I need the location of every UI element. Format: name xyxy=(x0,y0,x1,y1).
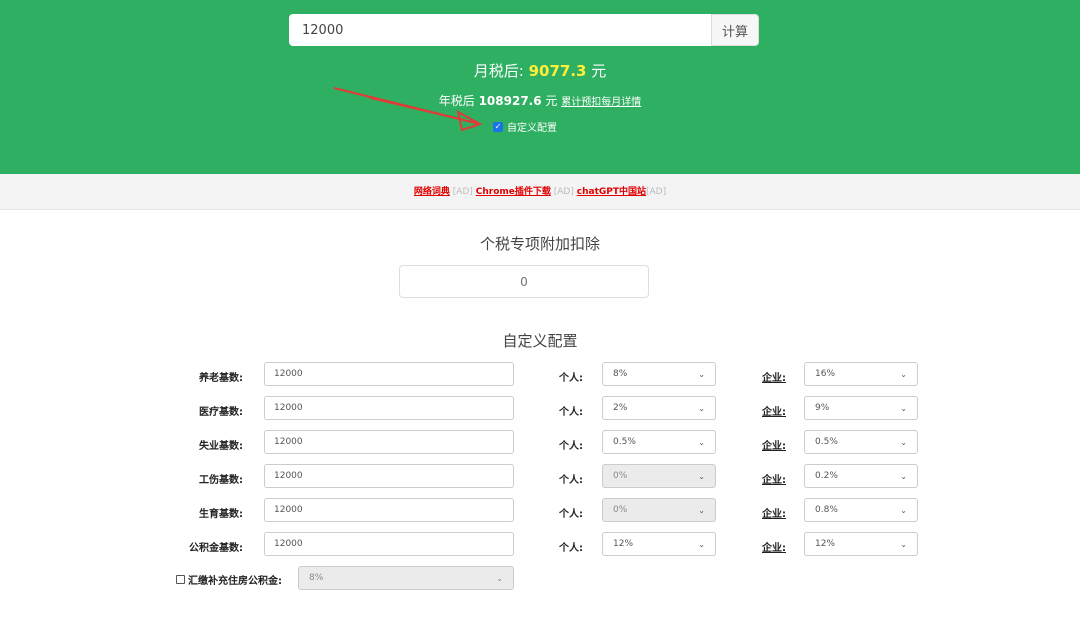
maternity-base-input[interactable]: 12000 xyxy=(264,498,514,522)
chevron-down-icon: ⌄ xyxy=(900,437,907,447)
personal-label: 个人: xyxy=(559,475,583,486)
monthly-value: 9077.3 xyxy=(528,62,587,80)
chevron-down-icon: ⌄ xyxy=(698,437,705,447)
injury-personal-select: 0% ⌄ xyxy=(602,464,716,488)
chevron-down-icon: ⌄ xyxy=(698,471,705,481)
company-label: 企业: xyxy=(762,509,786,520)
chevron-down-icon: ⌄ xyxy=(900,403,907,413)
company-label: 企业: xyxy=(762,441,786,452)
chevron-down-icon: ⌄ xyxy=(900,539,907,549)
select-value: 0.8% xyxy=(815,505,838,515)
select-value: 12% xyxy=(613,539,634,549)
supplement-label: 汇缴补充住房公积金: xyxy=(188,576,282,587)
injury-base-input[interactable]: 12000 xyxy=(264,464,514,488)
medical-base-input[interactable]: 12000 xyxy=(264,396,514,420)
ad-link-dictionary[interactable]: 网络词典 xyxy=(414,187,450,197)
unemployment-personal-select[interactable]: 0.5% ⌄ xyxy=(602,430,716,454)
medical-personal-select[interactable]: 2% ⌄ xyxy=(602,396,716,420)
select-value: 9% xyxy=(815,403,830,413)
personal-label: 个人: xyxy=(559,373,583,384)
chevron-down-icon: ⌄ xyxy=(698,539,705,549)
ad-link-chrome-plugin[interactable]: Chrome插件下载 xyxy=(476,187,551,197)
company-label: 企业: xyxy=(762,373,786,384)
select-value: 0% xyxy=(613,505,628,515)
pension-base-input[interactable]: 12000 xyxy=(264,362,514,386)
unemployment-base-label: 失业基数: xyxy=(199,441,243,452)
ad-bar: 网络词典 [AD] Chrome插件下载 [AD] chatGPT中国站[AD] xyxy=(0,174,1080,210)
salary-input[interactable] xyxy=(289,14,711,46)
yearly-unit: 元 xyxy=(545,94,558,108)
monthly-after-tax: 月税后: 9077.3 元 xyxy=(0,60,1080,81)
pension-company-select[interactable]: 16% ⌄ xyxy=(804,362,918,386)
medical-company-select[interactable]: 9% ⌄ xyxy=(804,396,918,420)
config-title: 自定义配置 xyxy=(502,332,578,350)
chevron-down-icon: ⌄ xyxy=(496,573,503,583)
chevron-down-icon: ⌄ xyxy=(900,369,907,379)
select-value: 8% xyxy=(613,369,628,379)
unemployment-base-input[interactable]: 12000 xyxy=(264,430,514,454)
salary-input-group: 计算 xyxy=(289,14,759,46)
ad-tag: [AD] xyxy=(646,187,667,197)
ad-link-chatgpt[interactable]: chatGPT中国站 xyxy=(577,187,646,197)
personal-label: 个人: xyxy=(559,543,583,554)
custom-config-checkbox[interactable]: ✓ 自定义配置 xyxy=(493,119,557,134)
select-value: 8% xyxy=(309,573,324,583)
chevron-down-icon: ⌄ xyxy=(900,471,907,481)
select-value: 0.5% xyxy=(815,437,838,447)
chevron-down-icon: ⌄ xyxy=(698,369,705,379)
medical-base-label: 医疗基数: xyxy=(199,407,243,418)
yearly-after-tax: 年税后 108927.6 元 累计预扣每月详情 xyxy=(0,92,1080,109)
custom-config-label: 自定义配置 xyxy=(507,123,557,134)
select-value: 16% xyxy=(815,369,836,379)
select-value: 0.2% xyxy=(815,471,838,481)
calculate-button[interactable]: 计算 xyxy=(711,14,759,46)
company-label: 企业: xyxy=(762,407,786,418)
red-arrow-annotation xyxy=(333,87,483,132)
monthly-unit: 元 xyxy=(591,62,607,80)
supplement-housing-fund-row: 汇缴补充住房公积金: xyxy=(176,572,282,587)
injury-company-select[interactable]: 0.2% ⌄ xyxy=(804,464,918,488)
injury-base-label: 工伤基数: xyxy=(199,475,243,486)
ad-tag: [AD] xyxy=(452,187,473,197)
housing-fund-base-label: 公积金基数: xyxy=(189,543,243,554)
housing-fund-company-select[interactable]: 12% ⌄ xyxy=(804,532,918,556)
select-value: 0.5% xyxy=(613,437,636,447)
select-value: 0% xyxy=(613,471,628,481)
header-panel: 计算 月税后: 9077.3 元 年税后 108927.6 元 累计预扣每月详情… xyxy=(0,0,1080,174)
personal-label: 个人: xyxy=(559,509,583,520)
monthly-detail-link[interactable]: 累计预扣每月详情 xyxy=(561,97,641,108)
company-label: 企业: xyxy=(762,543,786,554)
select-value: 2% xyxy=(613,403,628,413)
company-label: 企业: xyxy=(762,475,786,486)
pension-base-label: 养老基数: xyxy=(199,373,243,384)
maternity-base-label: 生育基数: xyxy=(199,509,243,520)
ad-tag: [AD] xyxy=(553,187,574,197)
deduction-title: 个税专项附加扣除 xyxy=(479,235,600,253)
supplement-rate-select: 8% ⌄ xyxy=(298,566,514,590)
personal-label: 个人: xyxy=(559,441,583,452)
personal-label: 个人: xyxy=(559,407,583,418)
maternity-personal-select: 0% ⌄ xyxy=(602,498,716,522)
chevron-down-icon: ⌄ xyxy=(698,505,705,515)
supplement-checkbox[interactable] xyxy=(176,575,185,584)
monthly-label: 月税后: xyxy=(473,62,524,80)
chevron-down-icon: ⌄ xyxy=(900,505,907,515)
pension-personal-select[interactable]: 8% ⌄ xyxy=(602,362,716,386)
deduction-input[interactable] xyxy=(399,265,649,298)
unemployment-company-select[interactable]: 0.5% ⌄ xyxy=(804,430,918,454)
housing-fund-base-input[interactable]: 12000 xyxy=(264,532,514,556)
select-value: 12% xyxy=(815,539,836,549)
chevron-down-icon: ⌄ xyxy=(698,403,705,413)
housing-fund-personal-select[interactable]: 12% ⌄ xyxy=(602,532,716,556)
maternity-company-select[interactable]: 0.8% ⌄ xyxy=(804,498,918,522)
